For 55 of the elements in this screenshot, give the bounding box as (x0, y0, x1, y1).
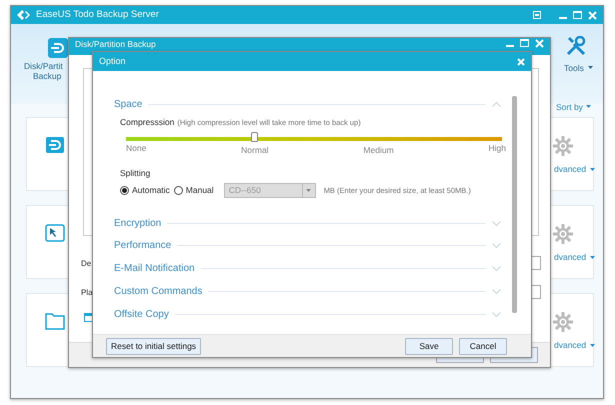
radio-option[interactable]: Manual (174, 184, 214, 197)
reset-button[interactable]: Reset to initial settings (106, 338, 202, 354)
section-header[interactable]: Custom Commands (114, 280, 501, 303)
advanced-menu[interactable]: dvanced (554, 163, 586, 176)
cancel-button[interactable]: Cancel (459, 338, 507, 354)
scrollbar-thumb[interactable] (512, 96, 517, 313)
section-title: Custom Commands (114, 284, 202, 299)
close-icon[interactable] (517, 58, 525, 66)
maximize-icon[interactable] (520, 39, 529, 47)
caret-icon (590, 344, 596, 347)
section-title: Offsite Copy (114, 308, 169, 322)
caret-icon (306, 188, 312, 192)
save-button[interactable]: Save (405, 338, 453, 354)
section-header[interactable]: E-Mail Notification (114, 257, 501, 280)
slider-tick-label: None (126, 142, 146, 156)
window-title: EaseUS Todo Backup Server (36, 8, 159, 22)
maximize-icon[interactable] (573, 11, 582, 19)
restore-icon[interactable] (533, 11, 541, 19)
toolbar-label[interactable]: Backup (33, 70, 62, 83)
advanced-menu[interactable]: dvanced (554, 251, 586, 264)
close-icon[interactable] (588, 10, 597, 20)
splitting-label: Splitting (120, 167, 152, 180)
caret-icon (590, 256, 596, 259)
section-title: Encryption (114, 216, 162, 231)
logo-icon (17, 10, 30, 20)
dialog-title: Disk/Partition Backup (75, 39, 156, 49)
section-header[interactable]: Offsite Copy (114, 302, 501, 326)
section-header[interactable]: Space (114, 93, 501, 116)
section-title: Space (114, 98, 142, 112)
sort-by-menu[interactable]: Sort by (556, 101, 583, 114)
slider-tick-label: Medium (363, 144, 394, 158)
toolbar-label[interactable]: Disk/Partit (24, 60, 63, 73)
field-label: Pla (81, 287, 93, 299)
field-label: De (81, 258, 92, 270)
tools-menu[interactable]: Tools (564, 62, 584, 75)
section-title: E-Mail Notification (114, 262, 195, 276)
slider-thumb[interactable] (250, 132, 258, 142)
folder-icon (45, 312, 65, 330)
caret-icon (588, 66, 593, 69)
cursor-icon (45, 224, 65, 242)
radio-button[interactable] (120, 186, 129, 195)
disk-backup-icon[interactable] (48, 38, 68, 58)
slider-tick-label: Normal (241, 144, 269, 158)
advanced-menu[interactable]: dvanced (554, 339, 586, 352)
dialog-title: Option (99, 54, 126, 68)
tools-icon[interactable] (566, 36, 586, 56)
section-header[interactable]: Encryption (114, 212, 501, 235)
caret-icon (590, 168, 596, 171)
radio-option[interactable]: Automatic (120, 184, 170, 197)
radio-button[interactable] (174, 186, 183, 195)
close-icon[interactable] (535, 39, 544, 48)
compression-label: Compresssion (120, 116, 174, 128)
slider-tick-label: High (488, 142, 506, 156)
section-title: Performance (114, 239, 172, 254)
section-header[interactable]: Performance (114, 234, 501, 258)
